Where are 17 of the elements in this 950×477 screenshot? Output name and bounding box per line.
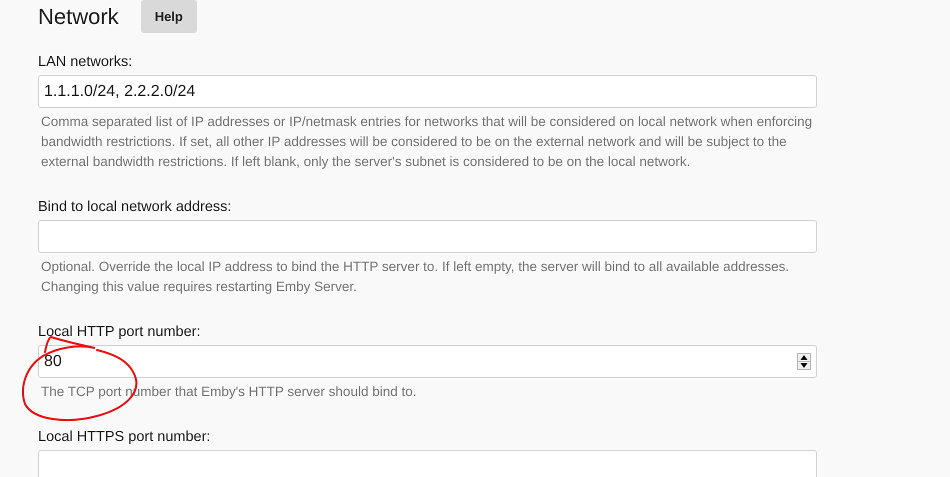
input-value: 80: [44, 352, 63, 372]
input-field[interactable]: [38, 450, 817, 477]
field-label: Bind to local network address:: [38, 198, 232, 217]
field-help-text: Comma separated list of IP addresses or IP/netmask entries for networks that will be considered on local network when enforcing bandwidth restrictions. If set, all other IP addresses will be considered to be on the external network and will be subject to the external bandwidth restrictions. If left blank, only the server's subnet is considered to be on the local network.: [40, 113, 814, 171]
input-field[interactable]: 1.1.1.0/24, 2.2.2.0/24: [38, 75, 817, 108]
help-button[interactable]: Help: [140, 0, 197, 33]
input-field[interactable]: [38, 220, 817, 253]
field-label: Local HTTPS port number:: [38, 428, 212, 447]
number-spinner[interactable]: [797, 353, 811, 370]
input-value: 1.1.1.0/24, 2.2.2.0/24: [44, 82, 196, 102]
field-help-text: Optional. Override the local IP address to bind the HTTP server to. If left empty, the server will bind to all available addresses. Changing this value requires restarting Emby Server.: [40, 258, 790, 296]
input-field[interactable]: 80: [38, 345, 817, 378]
field-label: LAN networks:: [38, 53, 134, 72]
up-arrow-icon: [798, 354, 810, 361]
field-label: Local HTTP port number:: [38, 323, 202, 342]
down-arrow-icon: [798, 362, 810, 369]
page-title: Network: [38, 6, 119, 28]
